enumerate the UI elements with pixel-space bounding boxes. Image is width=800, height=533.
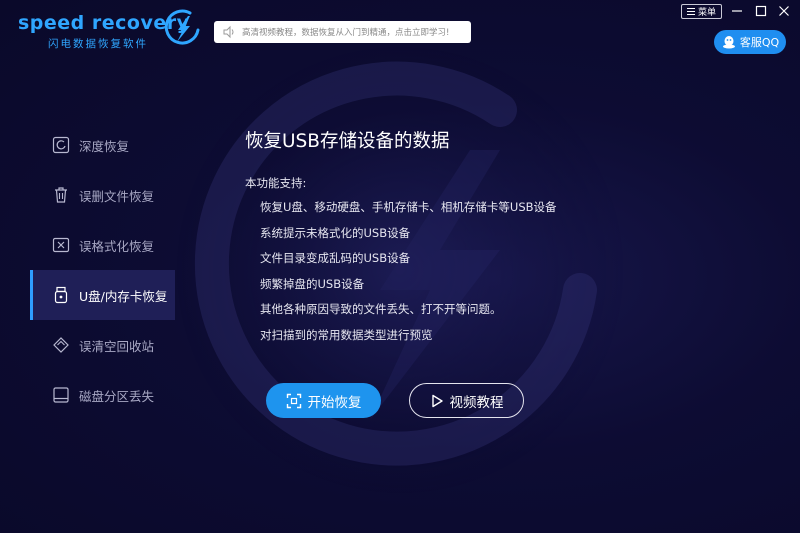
sidebar-item-recycle-bin[interactable]: 误清空回收站 [30,320,175,370]
deep-recovery-icon [52,136,70,154]
trash-icon [55,187,67,203]
close-icon [779,6,789,16]
video-tutorial-button[interactable]: 视频教程 [409,383,524,418]
usb-icon [54,286,68,304]
start-recovery-label: 开始恢复 [307,394,362,411]
list-item: 频繁掉盘的USB设备 [260,276,365,291]
feature-intro: 本功能支持: [245,176,307,190]
customer-service-label: 客服QQ [739,36,780,49]
play-icon [431,394,443,407]
notice-text: 高清视频教程，数据恢复从入门到精通，点击立即学习! [242,28,450,38]
page-title: 恢复USB存储设备的数据 [245,131,450,152]
menu-icon [686,8,695,15]
video-tutorial-label: 视频教程 [449,394,504,411]
lightning-logo-icon [164,9,200,45]
list-item: 恢复U盘、移动硬盘、手机存储卡、相机存储卡等USB设备 [260,200,557,214]
format-icon [52,237,70,253]
list-item: 文件目录变成乱码的USB设备 [260,251,411,265]
minimize-button[interactable] [727,2,747,20]
qq-penguin-icon [722,36,735,49]
close-button[interactable] [774,2,794,20]
disk-icon [53,387,69,403]
menu-button[interactable]: 菜单 [681,4,722,19]
sidebar-item-deleted-files[interactable]: 误删文件恢复 [30,170,175,220]
start-recovery-button[interactable]: 开始恢复 [266,383,381,418]
sidebar-item-usb-memory-card[interactable]: U盘/内存卡恢复 [30,270,175,320]
sidebar-item-label: 磁盘分区丢失 [79,388,155,404]
maximize-button[interactable] [751,2,771,20]
sidebar-item-label: 误格式化恢复 [79,238,155,254]
menu-label: 菜单 [697,8,716,18]
sidebar-item-label: 深度恢复 [79,138,130,154]
list-item: 系统提示未格式化的USB设备 [260,225,411,240]
sidebar-item-label: 误清空回收站 [79,338,155,354]
customer-service-qq-button[interactable]: 客服QQ [714,30,786,54]
recycle-icon [53,337,69,353]
sidebar-item-format-recovery[interactable]: 误格式化恢复 [30,220,175,270]
brand-subtitle: 闪电数据恢复软件 [48,38,148,50]
sidebar-item-partition-lost[interactable]: 磁盘分区丢失 [30,370,175,420]
app-logo: speed recovery 闪电数据恢复软件 [14,9,200,50]
scan-icon [286,393,301,408]
speaker-icon [223,25,234,39]
feature-list: 恢复U盘、移动硬盘、手机存储卡、相机存储卡等USB设备 系统提示未格式化的USB… [260,200,557,353]
video-tutorial-notice[interactable]: 高清视频教程，数据恢复从入门到精通，点击立即学习! [214,21,471,43]
app-window: speed recovery 闪电数据恢复软件 高清视频教程，数据恢复从入门到精… [0,0,800,533]
list-item: 对扫描到的常用数据类型进行预览 [260,327,433,342]
list-item: 其他各种原因导致的文件丢失、打不开等问题。 [260,302,502,316]
sidebar-item-label: 误删文件恢复 [79,188,155,204]
maximize-icon [755,5,767,17]
minimize-icon [732,10,742,12]
sidebar-item-label: U盘/内存卡恢复 [79,288,168,304]
sidebar-item-deep-recovery[interactable]: 深度恢复 [30,120,175,170]
